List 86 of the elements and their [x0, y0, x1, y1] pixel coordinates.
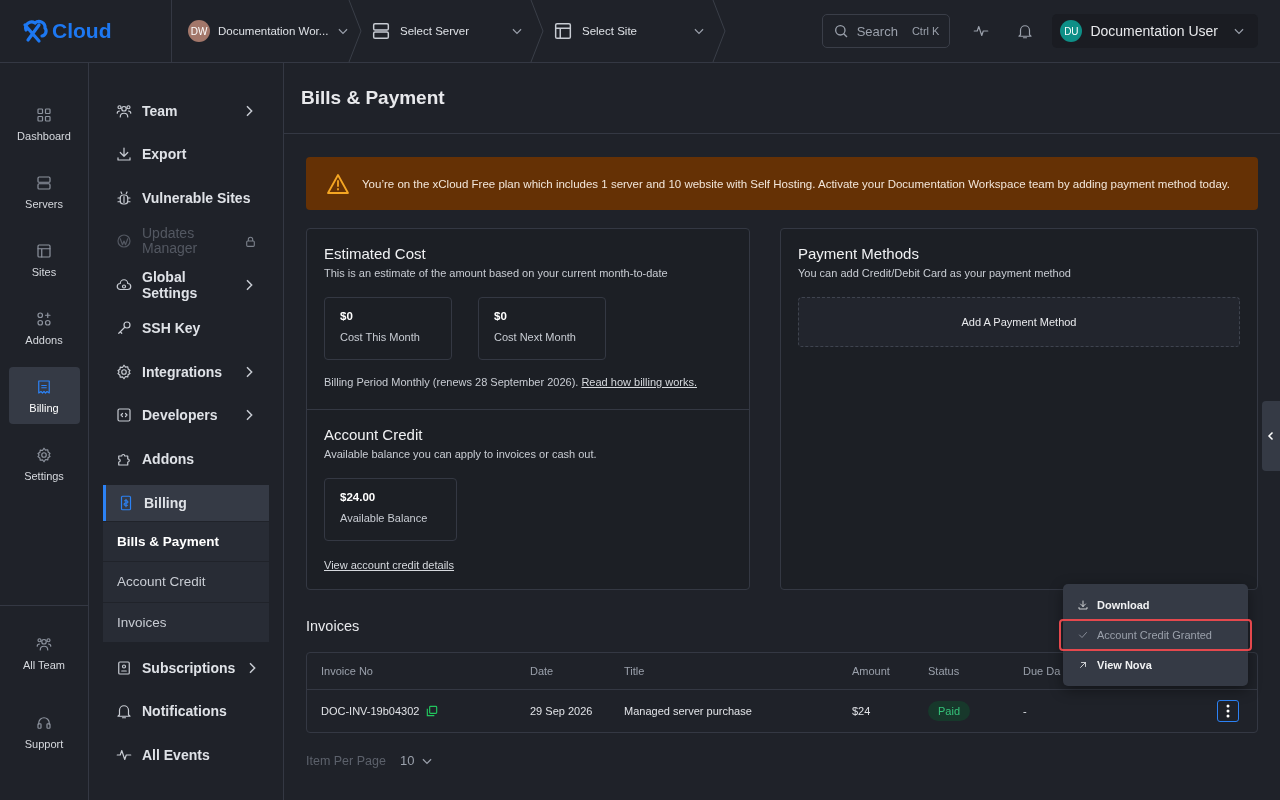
submenu-item[interactable]: Bills & Payment: [103, 520, 269, 561]
add-payment-button[interactable]: Add A Payment Method: [798, 297, 1240, 347]
table-cell-text: -: [1023, 705, 1028, 717]
receipt-icon: [35, 377, 53, 396]
sidebar-item[interactable]: All Events: [103, 733, 269, 777]
logo[interactable]: Cloud: [20, 16, 112, 46]
rail-item[interactable]: Billing: [8, 367, 80, 424]
sidebar-item[interactable]: Notifications: [103, 689, 269, 733]
table-cell-text: Managed server purchase: [624, 705, 753, 717]
rail-item[interactable]: Settings: [8, 435, 80, 492]
download-icon: [115, 145, 133, 164]
browser-icon: [552, 20, 574, 42]
table-cell-text: $24: [852, 705, 872, 717]
sidebar-item[interactable]: SSH Key: [103, 306, 269, 350]
rail-item[interactable]: Servers: [8, 163, 80, 220]
column-header: Amount: [852, 665, 891, 677]
rail-item[interactable]: Support: [8, 703, 80, 760]
sidebar-item[interactable]: Export: [103, 132, 269, 176]
menu-item[interactable]: Download: [1063, 590, 1248, 620]
stat-label: Available Balance: [340, 512, 429, 524]
column-header: Date: [530, 665, 555, 677]
sidebar-item[interactable]: Addons: [103, 437, 269, 481]
sidebar-item[interactable]: Vulnerable Sites: [103, 176, 269, 220]
lock-icon: [244, 234, 257, 248]
status-badge: Paid: [928, 701, 971, 721]
invoices-title: Invoices: [306, 618, 361, 634]
table-cell: DOC-INV-19b04302: [321, 705, 420, 717]
user-menu[interactable]: DU Documentation User: [1052, 14, 1258, 48]
bell-icon: [115, 702, 133, 721]
stat-value: $0: [494, 310, 508, 322]
stat-value: $24.00: [340, 491, 377, 503]
stat-value: $0: [340, 310, 354, 322]
rail-item[interactable]: Addons: [8, 299, 80, 356]
grid-icon: [35, 105, 53, 124]
server-icon: [370, 20, 392, 42]
sidebar-item[interactable]: Billing: [103, 484, 269, 521]
submenu-item[interactable]: Account Credit: [103, 561, 269, 602]
rail-item[interactable]: Dashboard: [8, 95, 80, 152]
sidebar-item[interactable]: Developers: [103, 393, 269, 437]
download-icon: [1077, 599, 1089, 611]
code-icon: [115, 406, 133, 425]
gear-icon: [35, 445, 53, 464]
rail-item[interactable]: All Team: [8, 624, 80, 681]
sidebar-item[interactable]: Global Settings: [103, 263, 269, 307]
table-cell-text: 29 Sep 2026: [530, 705, 594, 717]
rail-item[interactable]: Sites: [8, 231, 80, 288]
sidebar-item[interactable]: Integrations: [103, 350, 269, 394]
per-page-select[interactable]: 10: [399, 753, 435, 768]
search-icon: [832, 23, 849, 39]
section-subtitle: Available balance you can apply to invoices or cash out.: [324, 448, 598, 460]
alert-text: You’re on the xCloud Free plan which includes 1 server and 10 website with Self Hosting. Activate your Documentation Workspace team by adding payment method today.: [362, 177, 1230, 190]
server-icon: [35, 173, 53, 192]
breadcrumb-dropdown[interactable]: Select Server: [354, 0, 530, 62]
section-title: Estimated Cost: [324, 245, 427, 262]
billing-period: Billing Period Monthly (renews 28 September 2026).: [324, 376, 579, 388]
billing-link[interactable]: Read how billing works.: [581, 376, 697, 388]
id-card-icon: [115, 658, 133, 677]
breadcrumb-dropdown[interactable]: DW Documentation Wor...: [172, 0, 348, 62]
copy-icon[interactable]: [425, 704, 440, 718]
credit-details-link[interactable]: View account credit details: [324, 559, 455, 571]
column-header: Invoice No: [321, 665, 374, 677]
stat-label: Cost Next Month: [494, 331, 577, 343]
arrow-icon: [1077, 659, 1089, 671]
search-field[interactable]: Search Ctrl K: [821, 14, 951, 48]
stat-label: Cost This Month: [340, 331, 421, 343]
check-icon: [1077, 629, 1089, 641]
column-header: Status: [928, 665, 961, 677]
page-title: Bills & Payment: [284, 63, 1280, 134]
wordpress-icon: [115, 232, 133, 251]
section-subtitle: You can add Credit/Debit Card as your payment method: [798, 267, 1072, 279]
section-title: Account Credit: [324, 426, 424, 443]
sidebar-item[interactable]: Team: [103, 89, 269, 133]
column-header: Title: [624, 665, 646, 677]
sidebar-item[interactable]: Subscriptions: [103, 646, 269, 690]
per-page-label: Item Per Page: [306, 753, 386, 768]
submenu-item[interactable]: Invoices: [103, 601, 269, 642]
section-subtitle: This is an estimate of the amount based on your current month-to-date: [324, 267, 669, 279]
menu-item[interactable]: View Nova: [1063, 650, 1248, 680]
addons-icon: [35, 309, 53, 328]
browser-icon: [35, 241, 53, 260]
warning-icon: [326, 171, 350, 196]
section-title: Payment Methods: [798, 245, 920, 262]
gear-icon: [115, 362, 133, 381]
more-icon: [1226, 704, 1230, 718]
more-button[interactable]: [1217, 700, 1239, 722]
breadcrumb-dropdown[interactable]: Select Site: [536, 0, 712, 62]
